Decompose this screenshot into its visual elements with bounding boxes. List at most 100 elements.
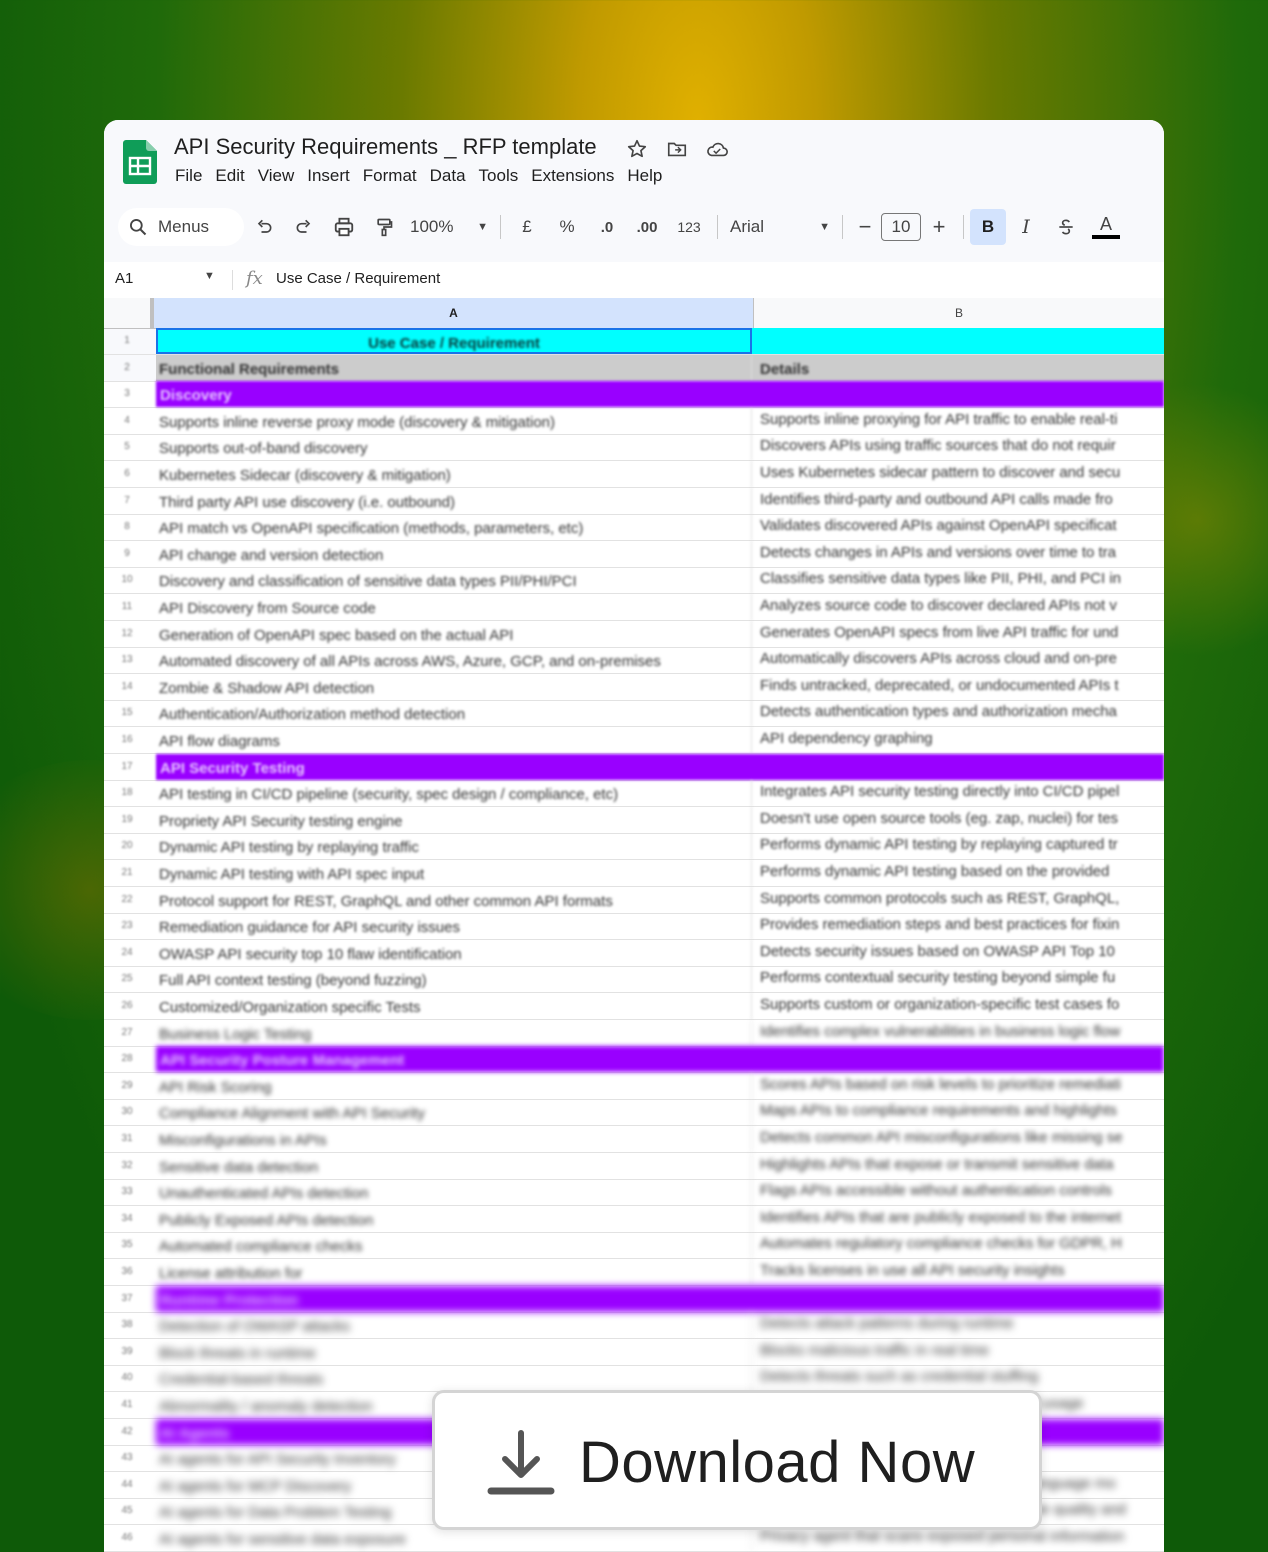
row-number[interactable]: 11 [104, 594, 150, 620]
requirement-cell[interactable]: Authentication/Authorization method dete… [156, 700, 752, 727]
requirement-cell[interactable]: API Discovery from Source code [156, 594, 752, 620]
requirement-cell[interactable]: Kubernetes Sidecar (discovery & mitigati… [156, 461, 752, 487]
details-cell[interactable]: Detects threats such as credential stuff… [756, 1365, 1164, 1391]
requirement-cell[interactable]: API testing in CI/CD pipeline (security,… [156, 780, 752, 807]
subheader-cell-b[interactable]: Details [756, 355, 1164, 381]
details-cell[interactable]: Integrates API security testing directly… [756, 780, 1164, 806]
cloud-status-icon[interactable] [704, 136, 730, 162]
download-now-button[interactable]: Download Now [432, 1390, 1042, 1530]
details-cell[interactable]: Identifies complex vulnerabilities in bu… [756, 1020, 1164, 1046]
zoom-select[interactable]: 100% ▼ [404, 209, 494, 245]
requirement-cell[interactable]: Dynamic API testing by replaying traffic [156, 833, 752, 860]
menu-view[interactable]: View [257, 166, 303, 186]
requirement-cell[interactable]: Supports inline reverse proxy mode (disc… [156, 407, 752, 434]
menu-tools[interactable]: Tools [478, 166, 527, 186]
row-number[interactable]: 18 [104, 780, 150, 806]
details-cell[interactable]: Detects security issues based on OWASP A… [756, 940, 1164, 966]
decrease-font-size-icon[interactable]: − [849, 209, 881, 245]
font-family-select[interactable]: Arial ▼ [724, 209, 836, 245]
details-cell[interactable]: API dependency graphing [756, 727, 1164, 753]
percent-format-button[interactable]: % [547, 209, 587, 245]
row-number[interactable]: 2 [104, 355, 150, 381]
section-band[interactable]: Runtime Protection [156, 1285, 1164, 1312]
details-cell[interactable]: Identifies third-party and outbound API … [756, 488, 1164, 514]
requirement-cell[interactable]: Dynamic API testing with API spec input [156, 860, 752, 886]
row-number[interactable]: 45 [104, 1498, 150, 1524]
star-icon[interactable] [624, 136, 650, 162]
requirement-cell[interactable]: License attribution for [156, 1259, 752, 1285]
menu-edit[interactable]: Edit [214, 166, 252, 186]
row-number[interactable]: 14 [104, 674, 150, 700]
requirement-cell[interactable]: Discovery and classification of sensitiv… [156, 567, 752, 594]
details-cell[interactable]: Performs dynamic API testing based on th… [756, 860, 1164, 886]
formula-input[interactable]: Use Case / Requirement [276, 270, 440, 287]
details-cell[interactable]: Identifies APIs that are publicly expose… [756, 1206, 1164, 1232]
details-cell[interactable]: Generates OpenAPI specs from live API tr… [756, 621, 1164, 647]
requirement-cell[interactable]: Supports out-of-band discovery [156, 434, 752, 461]
requirement-cell[interactable]: Block threats in runtime [156, 1338, 752, 1365]
row-number[interactable]: 39 [104, 1339, 150, 1365]
requirement-cell[interactable]: Automated compliance checks [156, 1232, 752, 1259]
row-number[interactable]: 22 [104, 887, 150, 913]
details-cell[interactable]: Provides remediation steps and best prac… [756, 913, 1164, 939]
row-number[interactable]: 4 [104, 408, 150, 434]
details-cell[interactable]: Supports common protocols such as REST, … [756, 887, 1164, 913]
details-cell[interactable]: Detects attack patterns during runtime [756, 1312, 1164, 1338]
details-cell[interactable]: Detects authentication types and authori… [756, 700, 1164, 726]
print-icon[interactable] [324, 209, 364, 245]
row-number[interactable]: 26 [104, 993, 150, 1019]
menu-file[interactable]: File [174, 166, 210, 186]
requirement-cell[interactable]: Misconfigurations in APIs [156, 1126, 752, 1152]
requirement-cell[interactable]: Detection of OWASP attacks [156, 1312, 752, 1339]
italic-button[interactable]: I [1006, 209, 1046, 245]
row-number[interactable]: 25 [104, 966, 150, 992]
row-number[interactable]: 20 [104, 833, 150, 859]
row-number[interactable]: 5 [104, 434, 150, 460]
menu-data[interactable]: Data [429, 166, 474, 186]
requirement-cell[interactable]: Generation of OpenAPI spec based on the … [156, 620, 752, 647]
document-title[interactable]: API Security Requirements _ RFP template [174, 134, 597, 160]
increase-font-size-icon[interactable]: + [921, 209, 957, 245]
row-number[interactable]: 30 [104, 1099, 150, 1125]
strikethrough-button[interactable] [1046, 209, 1086, 245]
row-number[interactable]: 8 [104, 514, 150, 540]
row-number[interactable]: 34 [104, 1206, 150, 1232]
requirement-cell[interactable]: Publicly Exposed APIs detection [156, 1205, 752, 1232]
font-size-input[interactable]: 10 [881, 213, 921, 241]
row-number[interactable]: 35 [104, 1232, 150, 1258]
requirement-cell[interactable]: API Risk Scoring [156, 1072, 752, 1099]
row-number[interactable]: 21 [104, 860, 150, 886]
row-number[interactable]: 3 [104, 381, 150, 407]
requirement-cell[interactable]: Remediation guidance for API security is… [156, 913, 752, 940]
text-color-button[interactable]: A [1086, 209, 1126, 245]
row-number[interactable]: 27 [104, 1020, 150, 1046]
row-number[interactable]: 29 [104, 1073, 150, 1099]
requirement-cell[interactable]: Compliance Alignment with API Security [156, 1099, 752, 1126]
row-number[interactable]: 31 [104, 1126, 150, 1152]
details-cell[interactable]: Maps APIs to compliance requirements and… [756, 1099, 1164, 1125]
row-number[interactable]: 40 [104, 1365, 150, 1391]
requirement-cell[interactable]: Business Logic Testing [156, 1019, 752, 1046]
requirement-cell[interactable]: Credential-based threats [156, 1365, 752, 1392]
search-menus-button[interactable]: Menus [118, 208, 244, 246]
requirement-cell[interactable]: API flow diagrams [156, 727, 752, 753]
row-number[interactable]: 19 [104, 807, 150, 833]
details-cell[interactable]: Supports inline proxying for API traffic… [756, 408, 1164, 434]
row-number[interactable]: 46 [104, 1525, 150, 1551]
row-number[interactable]: 13 [104, 647, 150, 673]
requirement-cell[interactable]: Sensitive data detection [156, 1152, 752, 1179]
chevron-down-icon[interactable]: ▼ [204, 270, 215, 282]
bold-button[interactable]: B [970, 209, 1006, 245]
requirement-cell[interactable]: Customized/Organization specific Tests [156, 993, 752, 1019]
requirement-cell[interactable]: API change and version detection [156, 540, 752, 567]
move-to-folder-icon[interactable] [664, 136, 690, 162]
row-number[interactable]: 44 [104, 1472, 150, 1498]
details-cell[interactable]: Highlights APIs that expose or transmit … [756, 1153, 1164, 1179]
details-cell[interactable]: Automatically discovers APIs across clou… [756, 647, 1164, 673]
details-cell[interactable]: Uses Kubernetes sidecar pattern to disco… [756, 461, 1164, 487]
row-number[interactable]: 36 [104, 1259, 150, 1285]
currency-format-button[interactable]: £ [507, 209, 547, 245]
details-cell[interactable]: Automates regulatory compliance checks f… [756, 1232, 1164, 1258]
requirement-cell[interactable]: Zombie & Shadow API detection [156, 673, 752, 700]
row-number[interactable]: 28 [104, 1046, 150, 1072]
